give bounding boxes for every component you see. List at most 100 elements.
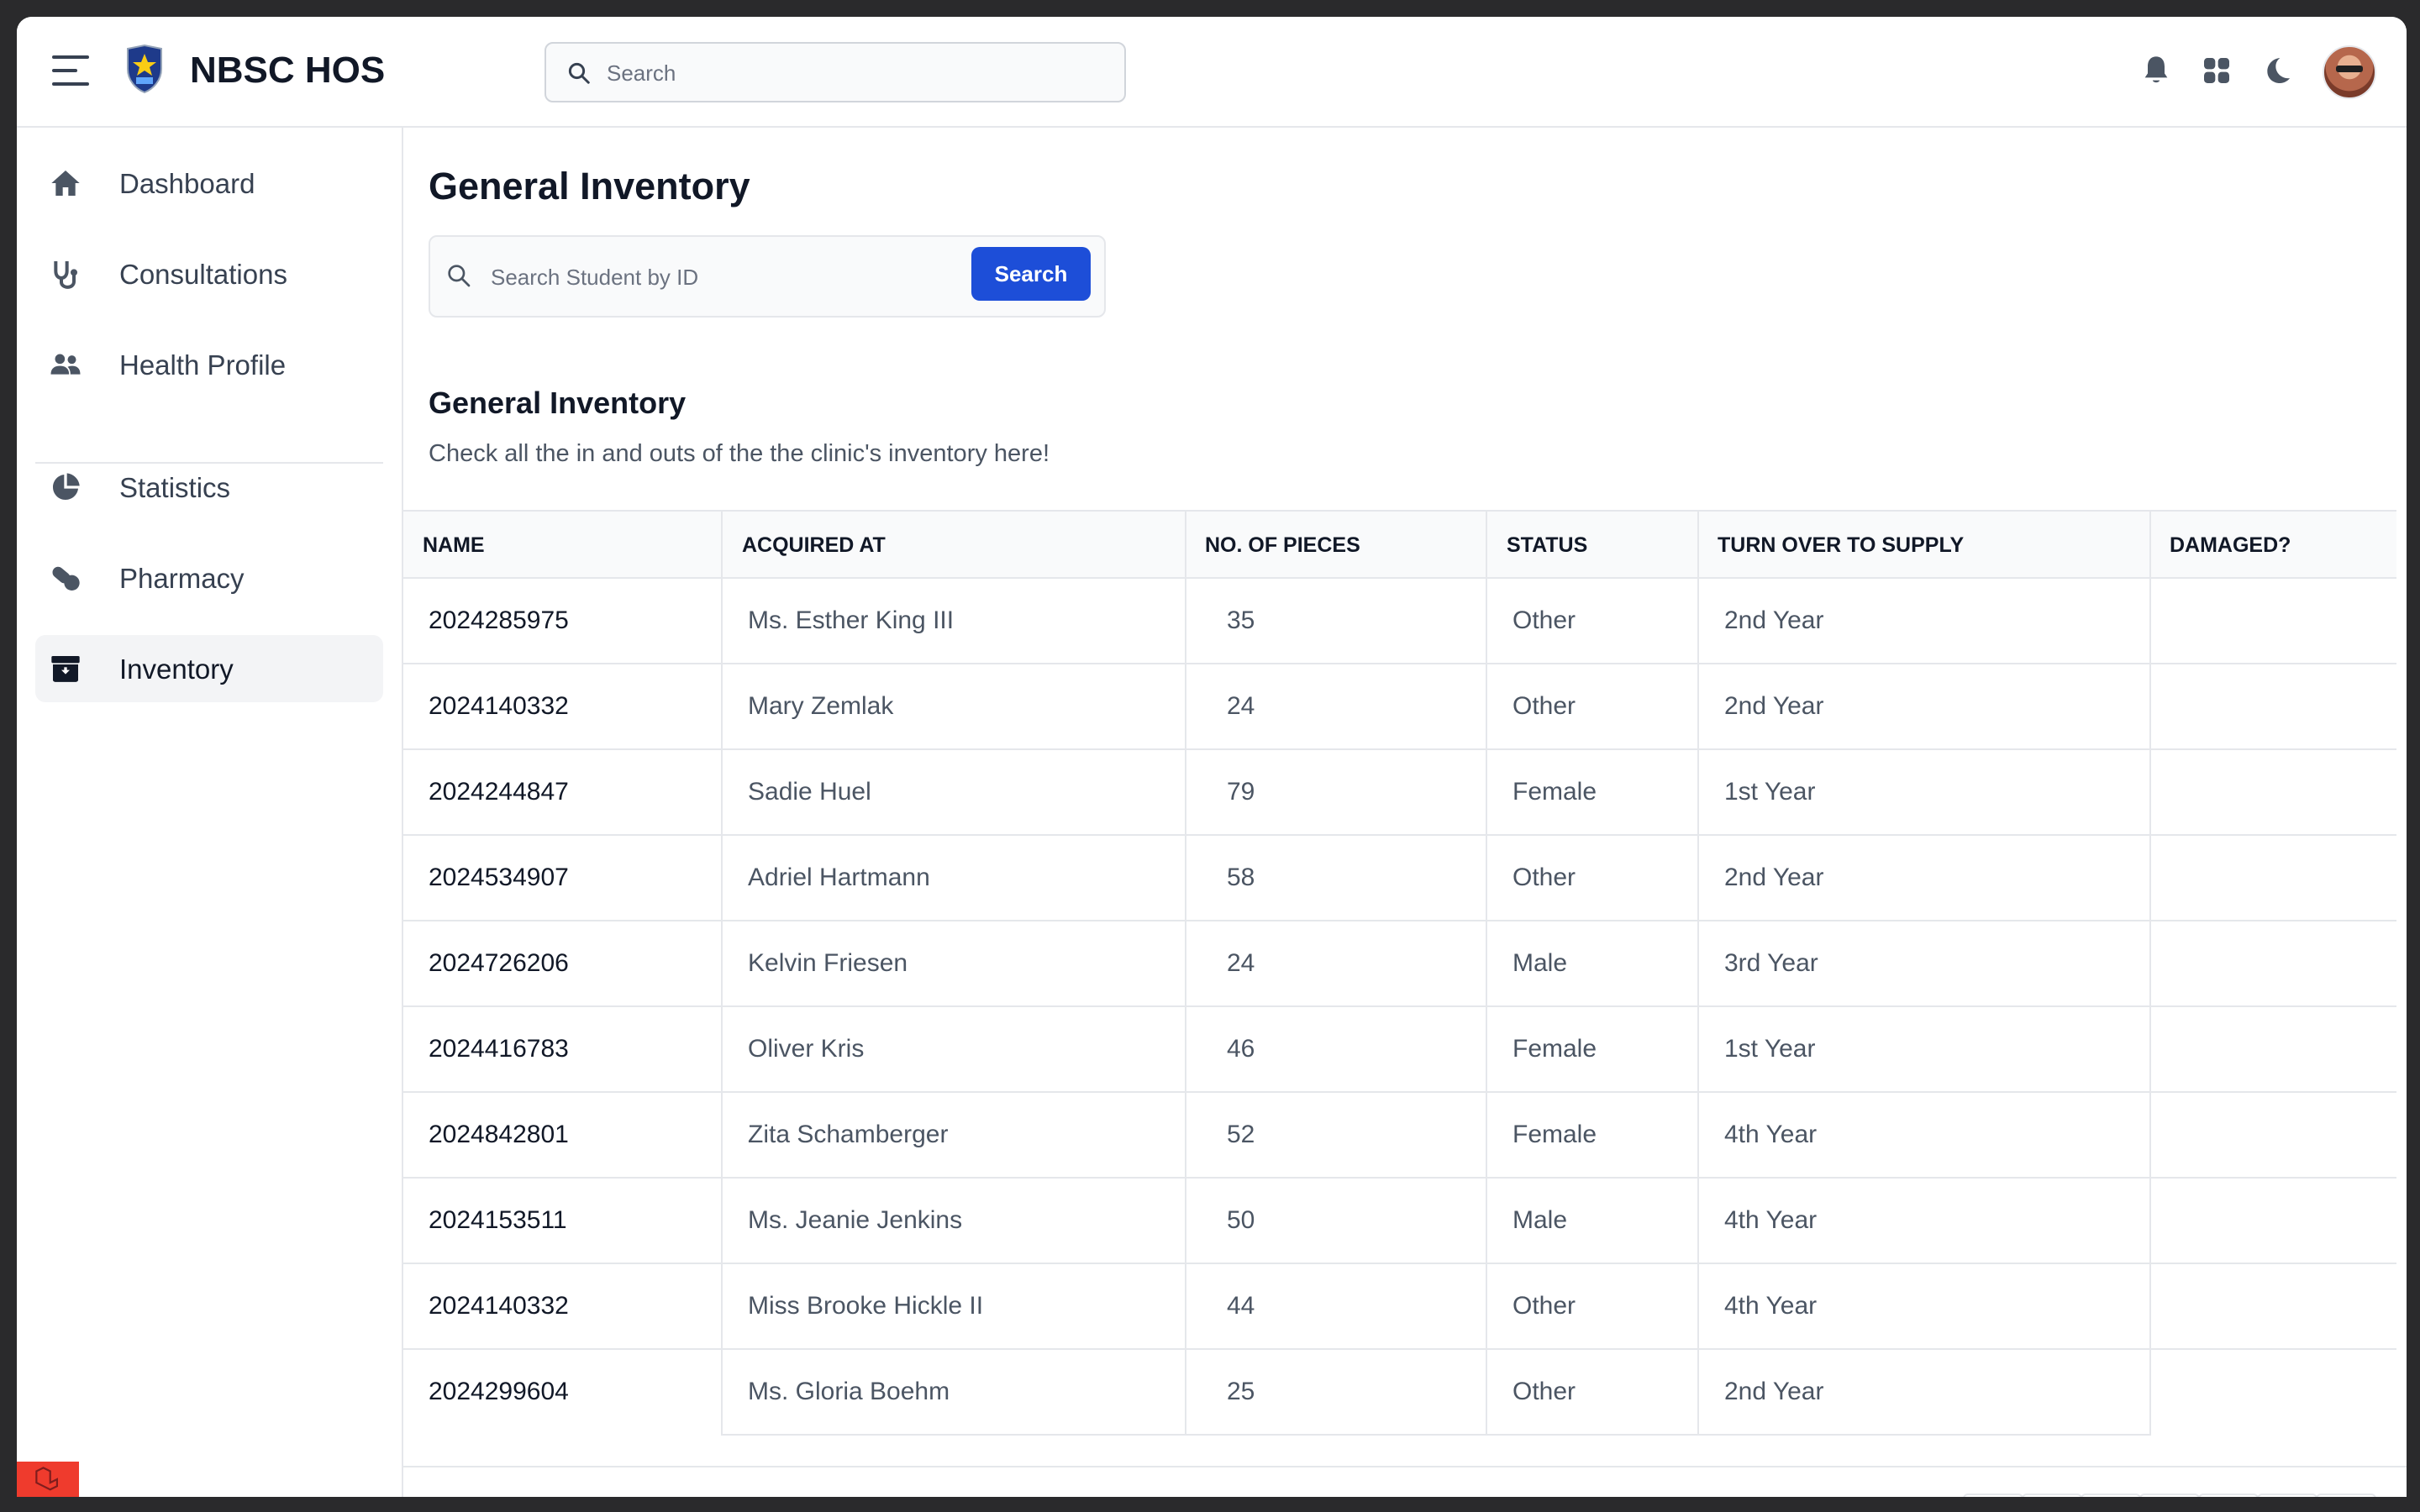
sidebar-item-label: Inventory <box>119 654 234 685</box>
global-search-input[interactable] <box>605 44 1113 102</box>
cell-status: Male <box>1512 949 1568 977</box>
cell-acquired-at: Oliver Kris <box>748 1035 865 1063</box>
archive-icon <box>51 656 80 682</box>
cell-turn-over: 1st Year <box>1724 1035 1816 1063</box>
laravel-debugbar-button[interactable] <box>17 1462 79 1497</box>
pagination-button[interactable] <box>2316 1494 2376 1497</box>
column-header-damaged[interactable]: DAMAGED? <box>2170 512 2291 579</box>
hamburger-menu-icon[interactable] <box>52 54 89 87</box>
cell-turn-over: 4th Year <box>1724 1206 1818 1234</box>
pills-icon <box>52 566 80 591</box>
search-icon <box>568 62 590 84</box>
sidebar-item-pharmacy[interactable]: Pharmacy <box>35 544 383 612</box>
cell-pieces: 46 <box>1227 1035 1255 1063</box>
table-row[interactable]: 2024244847 Sadie Huel 79 Female 1st Year <box>403 750 2396 836</box>
home-icon <box>51 171 80 196</box>
cell-status: Other <box>1512 692 1576 720</box>
cell-acquired-at: Ms. Esther King III <box>748 606 955 634</box>
pagination-button[interactable] <box>2022 1494 2082 1497</box>
cell-turn-over: 2nd Year <box>1724 864 1824 891</box>
cell-name: 2024299604 <box>429 1378 569 1405</box>
page-title: General Inventory <box>429 165 750 207</box>
cell-acquired-at: Sadie Huel <box>748 778 871 806</box>
brand-name[interactable]: NBSC HOS <box>190 49 385 92</box>
cell-status: Other <box>1512 1378 1576 1405</box>
cell-turn-over: 2nd Year <box>1724 1378 1824 1405</box>
laravel-icon <box>35 1467 58 1491</box>
cell-turn-over: 4th Year <box>1724 1121 1818 1148</box>
column-header-turn-over[interactable]: TURN OVER TO SUPPLY <box>1718 512 1964 579</box>
cell-acquired-at: Adriel Hartmann <box>748 864 930 891</box>
column-divider <box>2149 579 2151 1436</box>
cell-acquired-at: Zita Schamberger <box>748 1121 949 1148</box>
table-row[interactable]: 2024534907 Adriel Hartmann 58 Other 2nd … <box>403 836 2396 921</box>
table-row[interactable]: 2024140332 Miss Brooke Hickle II 44 Othe… <box>403 1264 2396 1350</box>
pagination-button[interactable] <box>2198 1494 2259 1497</box>
cell-status: Other <box>1512 864 1576 891</box>
cell-name: 2024244847 <box>429 778 569 806</box>
column-header-name[interactable]: NAME <box>423 512 485 579</box>
moon-icon[interactable] <box>2260 54 2294 87</box>
cell-acquired-at: Kelvin Friesen <box>748 949 908 977</box>
table-row[interactable]: 2024842801 Zita Schamberger 52 Female 4t… <box>403 1093 2396 1179</box>
cell-acquired-at: Mary Zemlak <box>748 692 894 720</box>
sidebar-item-label: Pharmacy <box>119 563 245 594</box>
pagination-button[interactable] <box>2139 1494 2200 1497</box>
apps-grid-icon[interactable] <box>2200 54 2233 87</box>
pagination-button[interactable] <box>2257 1494 2317 1497</box>
global-search[interactable] <box>544 42 1126 102</box>
cell-name: 2024140332 <box>429 692 569 720</box>
table-row[interactable]: 2024726206 Kelvin Friesen 24 Male 3rd Ye… <box>403 921 2396 1007</box>
cell-pieces: 25 <box>1227 1378 1255 1405</box>
cell-name: 2024534907 <box>429 864 569 891</box>
column-divider <box>1486 579 1487 1436</box>
cell-pieces: 44 <box>1227 1292 1255 1320</box>
cell-name: 2024153511 <box>429 1206 567 1234</box>
sidebar-item-inventory[interactable]: Inventory <box>35 635 383 702</box>
avatar[interactable] <box>2323 45 2376 99</box>
student-id-search-input[interactable] <box>489 249 929 306</box>
sidebar-item-consultations[interactable]: Consultations <box>35 240 383 307</box>
table-row[interactable]: 2024153511 Ms. Jeanie Jenkins 50 Male 4t… <box>403 1179 2396 1264</box>
column-divider <box>721 579 723 1436</box>
section-subtitle: Check all the in and outs of the the cli… <box>429 440 1050 467</box>
cell-name: 2024416783 <box>429 1035 569 1063</box>
column-divider <box>1185 579 1186 1436</box>
stethoscope-icon <box>54 261 77 289</box>
cell-pieces: 35 <box>1227 606 1255 634</box>
table-header: NAME ACQUIRED AT NO. OF PIECES STATUS TU… <box>403 510 2396 579</box>
column-header-status[interactable]: STATUS <box>1507 512 1587 579</box>
top-navbar: NBSC HOS <box>17 17 2407 128</box>
bell-icon[interactable] <box>2139 54 2173 87</box>
student-search-form: Search <box>429 235 1106 318</box>
sidebar-item-dashboard[interactable]: Dashboard <box>35 150 383 217</box>
sidebar-item-statistics[interactable]: Statistics <box>35 454 383 521</box>
table-footer-divider <box>403 1466 2407 1467</box>
users-icon <box>50 354 81 375</box>
sidebar-item-health-profile[interactable]: Health Profile <box>35 331 383 398</box>
sidebar-item-label: Health Profile <box>119 349 287 381</box>
search-icon <box>448 265 471 287</box>
cell-status: Other <box>1512 606 1576 634</box>
cell-status: Other <box>1512 1292 1576 1320</box>
logo <box>127 44 162 94</box>
cell-name: 2024285975 <box>429 606 569 634</box>
cell-turn-over: 4th Year <box>1724 1292 1818 1320</box>
table-row[interactable]: 2024299604 Ms. Gloria Boehm 25 Other 2nd… <box>403 1350 2396 1436</box>
pagination-button[interactable] <box>2081 1494 2141 1497</box>
cell-acquired-at: Ms. Jeanie Jenkins <box>748 1206 963 1234</box>
table-row[interactable]: 2024140332 Mary Zemlak 24 Other 2nd Year <box>403 664 2396 750</box>
cell-name: 2024842801 <box>429 1121 569 1148</box>
pagination[interactable] <box>1963 1494 2376 1497</box>
search-button[interactable]: Search <box>971 247 1091 301</box>
cell-pieces: 24 <box>1227 692 1255 720</box>
table-row[interactable]: 2024285975 Ms. Esther King III 35 Other … <box>403 579 2396 664</box>
column-header-pieces[interactable]: NO. OF PIECES <box>1205 512 1360 579</box>
cell-name: 2024140332 <box>429 1292 569 1320</box>
pagination-button[interactable] <box>1963 1494 2023 1497</box>
cell-pieces: 52 <box>1227 1121 1255 1148</box>
cell-status: Female <box>1512 1121 1597 1148</box>
table-row[interactable]: 2024416783 Oliver Kris 46 Female 1st Yea… <box>403 1007 2396 1093</box>
column-header-acquired-at[interactable]: ACQUIRED AT <box>742 512 886 579</box>
cell-name: 2024726206 <box>429 949 569 977</box>
